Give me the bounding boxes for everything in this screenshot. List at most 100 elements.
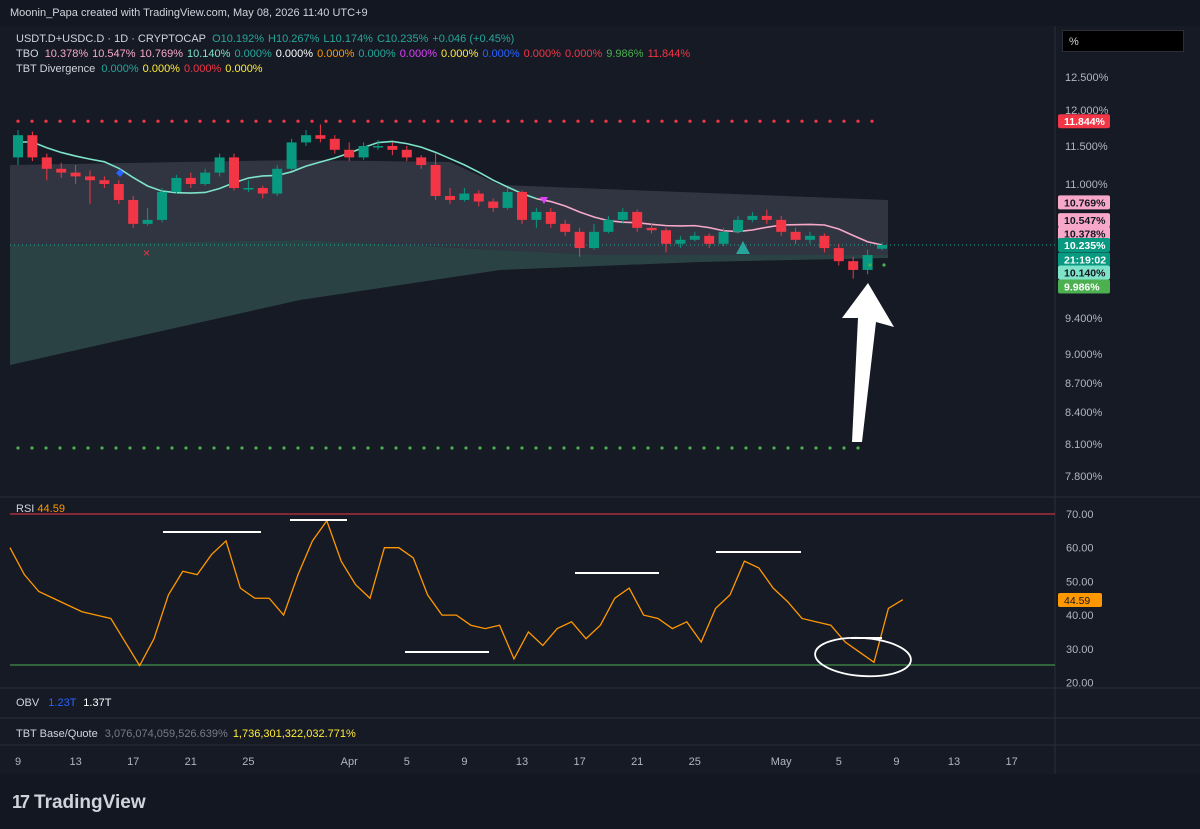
candle-body xyxy=(488,201,499,208)
tbo-value: 10.769% xyxy=(139,48,183,60)
candle-body xyxy=(747,215,758,220)
upper-level-dot xyxy=(492,119,496,123)
lower-level-dot xyxy=(772,446,776,450)
base-quote-value-1: 3,076,074,059,526.639% xyxy=(104,728,228,740)
candle-body xyxy=(632,211,643,228)
time-axis-tick: 9 xyxy=(15,756,21,768)
base-quote-legend[interactable]: TBT Base/Quote 3,076,074,059,526.639% 1,… xyxy=(16,728,356,740)
lower-level-dot xyxy=(72,446,76,450)
tradingview-logo-icon: 17 xyxy=(12,792,30,812)
lower-level-dot xyxy=(716,446,720,450)
lower-level-dot xyxy=(30,446,34,450)
lower-level-dot xyxy=(828,446,832,450)
candle-body xyxy=(157,191,167,220)
upper-level-dot xyxy=(870,119,874,123)
lower-level-dot xyxy=(170,446,174,450)
upper-level-dot xyxy=(254,119,258,123)
candle-body xyxy=(56,168,67,173)
price-axis-tick: 11.000% xyxy=(1065,179,1108,191)
obv-label: OBV xyxy=(16,697,40,709)
scale-mode-field[interactable]: % xyxy=(1062,30,1184,52)
candle-body xyxy=(790,231,801,240)
price-badge-label: 10.235% xyxy=(1064,240,1106,252)
lower-level-dot xyxy=(674,446,678,450)
candle-body xyxy=(358,146,369,158)
lower-level-dot xyxy=(856,446,860,450)
upper-level-dot xyxy=(786,119,790,123)
candle-body xyxy=(257,187,268,194)
cross-marker: × xyxy=(143,246,150,260)
candle-body xyxy=(718,231,729,244)
price-axis-tick: 12.500% xyxy=(1065,72,1109,84)
upper-level-dot xyxy=(44,119,48,123)
time-axis-tick: 25 xyxy=(689,756,701,768)
candle-body xyxy=(272,168,283,194)
rsi-legend[interactable]: RSI 44.59 xyxy=(16,503,65,515)
annotation-arrow xyxy=(842,283,894,442)
upper-level-dot xyxy=(380,119,384,123)
lower-level-dot xyxy=(730,446,734,450)
candle-body xyxy=(531,211,542,220)
candle-body xyxy=(545,211,556,224)
lower-level-dot xyxy=(352,446,356,450)
tbo-value: 9.986% xyxy=(606,48,644,60)
time-axis-tick: Apr xyxy=(341,756,358,768)
lower-level-dot xyxy=(156,446,160,450)
candle-body xyxy=(617,211,628,220)
ohlc-values: O10.192% H10.267% L10.174% C10.235% +0.046 (… xyxy=(212,33,518,45)
candle-body xyxy=(128,199,139,224)
candle-body xyxy=(848,261,859,270)
candle-body xyxy=(99,180,110,184)
lower-level-dot xyxy=(562,446,566,450)
symbol-legend[interactable]: USDT.D+USDC.D · 1D · CRYPTOCAP O10.192% H… xyxy=(16,33,521,45)
tbo-value: 10.378% xyxy=(44,48,89,60)
candle-body xyxy=(200,172,211,184)
upper-level-dot xyxy=(16,119,20,123)
lower-level-dot xyxy=(548,446,552,450)
candle-body xyxy=(185,177,196,184)
lower-level-dot xyxy=(422,446,426,450)
lower-level-dot xyxy=(296,446,300,450)
obv-legend[interactable]: OBV 1.23T 1.37T xyxy=(16,697,111,709)
lower-level-dot xyxy=(632,446,636,450)
divergence-label: TBT Divergence xyxy=(16,63,96,75)
lower-level-dot xyxy=(520,446,524,450)
upper-level-dot xyxy=(534,119,538,123)
candle-body xyxy=(833,248,844,262)
candle-body xyxy=(416,157,427,165)
upper-level-dot xyxy=(142,119,146,123)
time-axis-tick: 13 xyxy=(69,756,81,768)
divergence-legend[interactable]: TBT Divergence 0.000% 0.000% 0.000% 0.000% xyxy=(16,63,270,75)
rsi-label: RSI xyxy=(16,503,35,515)
signal-dot xyxy=(868,263,872,267)
time-axis-tick: 9 xyxy=(893,756,899,768)
tbo-value: 0.000% xyxy=(317,48,355,60)
candle-body xyxy=(819,235,830,249)
time-axis-tick: 9 xyxy=(461,756,467,768)
lower-level-dot xyxy=(492,446,496,450)
lower-level-dot xyxy=(660,446,664,450)
divergence-value: 0.000% xyxy=(225,63,263,75)
chart-canvas[interactable]: ×12.500%12.000%11.500%11.000%9.400%9.000… xyxy=(0,0,1200,829)
symbol-title[interactable]: USDT.D+USDC.D · 1D · CRYPTOCAP xyxy=(16,33,206,45)
lower-level-dot xyxy=(814,446,818,450)
base-quote-label: TBT Base/Quote xyxy=(16,728,98,740)
rsi-value: 44.59 xyxy=(37,503,65,515)
tradingview-logo[interactable]: 17 TradingView xyxy=(12,792,146,814)
ohlc-value: H10.267% xyxy=(268,33,320,45)
time-axis-tick: 17 xyxy=(127,756,139,768)
candle-body xyxy=(329,138,340,150)
tbo-value: 10.140% xyxy=(187,48,231,60)
upper-level-dot xyxy=(156,119,160,123)
upper-level-dot xyxy=(198,119,202,123)
candle-body xyxy=(733,219,743,232)
upper-level-dot xyxy=(240,119,244,123)
upper-level-dot xyxy=(744,119,748,123)
lower-level-dot xyxy=(464,446,468,450)
tbo-legend[interactable]: TBO 10.378% 10.547% 10.769% 10.140% 0.000% 0.… xyxy=(16,48,697,60)
candle-body xyxy=(877,245,887,249)
lower-level-dot xyxy=(506,446,510,450)
lower-level-dot xyxy=(198,446,202,450)
candle-body xyxy=(315,135,326,139)
upper-level-dot xyxy=(464,119,468,123)
